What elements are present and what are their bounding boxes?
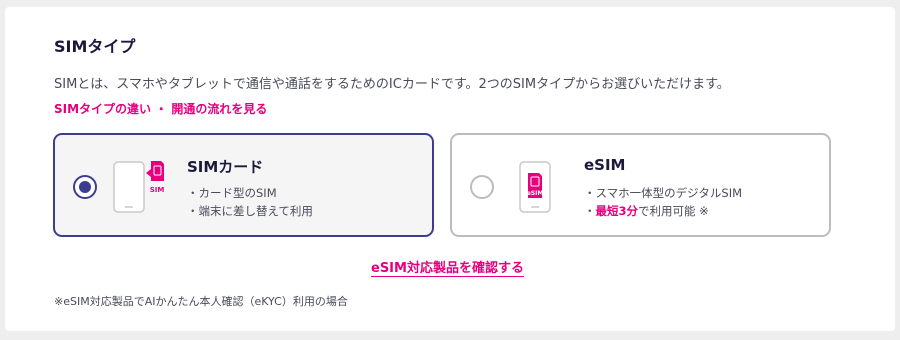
esim-icon-label: eSIM	[527, 190, 544, 197]
sim-icon-label: SIM	[150, 186, 165, 194]
section-description: SIMとは、スマホやタブレットで通信や通話をするためのICカードです。2つのSI…	[54, 77, 730, 92]
sim-card-radio[interactable]	[73, 175, 97, 199]
esim-radio[interactable]	[470, 175, 494, 199]
sim-card-phone-icon: SIM	[113, 161, 165, 213]
footnote: ※eSIM対応製品でAIかんたん本人確認（eKYC）利用の場合	[54, 295, 348, 308]
esim-feature-prefix: ・	[584, 204, 596, 218]
esim-phone-icon: eSIM	[519, 161, 551, 213]
sim-card-option[interactable]: SIM SIMカード ・カード型のSIM ・端末に差し替えて利用	[53, 133, 434, 237]
section-title: SIMタイプ	[54, 37, 136, 56]
sim-type-difference-link[interactable]: SIMタイプの違い	[54, 102, 151, 116]
esim-feature: ・最短3分で利用可能 ※	[584, 202, 742, 220]
esim-option[interactable]: eSIM eSIM ・スマホ一体型のデジタルSIM ・最短3分で利用可能 ※	[450, 133, 831, 237]
esim-feature-suffix: で利用可能 ※	[638, 204, 709, 218]
sim-type-panel: SIMタイプ SIMとは、スマホやタブレットで通信や通話をするためのICカードで…	[5, 7, 895, 331]
sim-card-title: SIMカード	[187, 158, 264, 176]
sim-card-features: ・カード型のSIM ・端末に差し替えて利用	[187, 184, 313, 220]
esim-title: eSIM	[584, 156, 626, 174]
esim-feature: ・スマホ一体型のデジタルSIM	[584, 186, 743, 200]
sim-card-feature: ・端末に差し替えて利用	[187, 204, 313, 218]
links-separator: ・	[151, 102, 172, 116]
esim-products-link[interactable]: eSIM対応製品を確認する	[371, 257, 524, 276]
esim-feature-highlight: 最短3分	[595, 204, 639, 218]
sim-card-feature: ・カード型のSIM	[187, 186, 277, 200]
help-links: SIMタイプの違い ・ 開通の流れを見る	[54, 100, 267, 117]
activation-flow-link[interactable]: 開通の流れを見る	[171, 102, 267, 116]
esim-features: ・スマホ一体型のデジタルSIM ・最短3分で利用可能 ※	[584, 184, 742, 220]
